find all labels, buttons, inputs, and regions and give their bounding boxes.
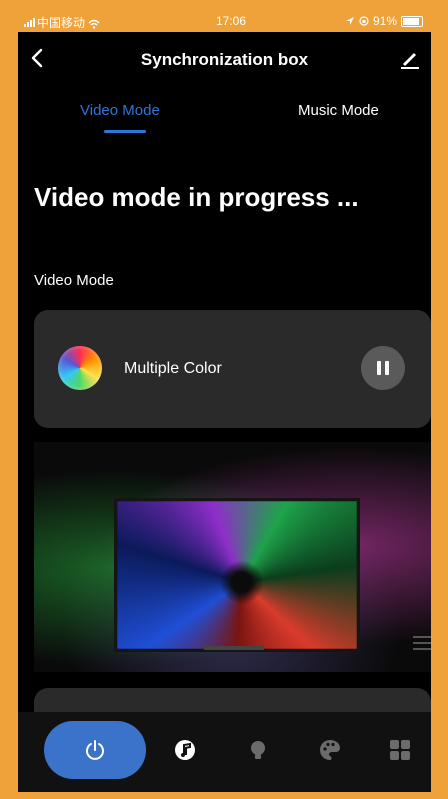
grid-icon[interactable] (388, 738, 412, 762)
pencil-icon[interactable] (399, 48, 421, 70)
music-note-icon[interactable] (174, 738, 198, 762)
wifi-icon (88, 19, 100, 29)
signal-icon (24, 18, 35, 27)
carrier-label: 中国移动 (24, 14, 100, 31)
pause-icon-bar (385, 361, 389, 375)
progress-heading: Video mode in progress ... (34, 182, 359, 212)
app-frame: 中国移动 17:06 91% Synchronization box Video… (18, 12, 431, 792)
battery-percent: 91% (372, 14, 397, 28)
carrier-text: 中国移动 (37, 16, 86, 30)
swirl-image (117, 501, 357, 649)
section-label: Video Mode (34, 272, 114, 289)
mode-card[interactable]: Multiple Color (34, 310, 431, 428)
power-button[interactable] (44, 721, 146, 779)
status-right: 91% (345, 14, 423, 28)
active-tab-indicator (104, 130, 146, 133)
mode-card-label: Multiple Color (124, 360, 222, 377)
tv-preview (34, 442, 431, 672)
drag-handle-icon (413, 636, 431, 654)
mode-tabs: Video Mode Music Mode (18, 102, 431, 142)
tab-music-mode[interactable]: Music Mode (298, 102, 379, 119)
multi-color-icon (58, 346, 102, 390)
tv-stand (204, 646, 264, 650)
battery-icon (401, 15, 423, 27)
bulb-icon[interactable] (246, 738, 270, 762)
palette-icon[interactable] (318, 738, 342, 762)
pause-icon (377, 361, 381, 375)
pause-button[interactable] (361, 346, 405, 390)
power-icon (86, 740, 104, 760)
location-icon (345, 17, 354, 25)
lock-rotation-icon (359, 16, 369, 26)
status-bar: 中国移动 17:06 91% (18, 12, 431, 32)
nav-bar: Synchronization box (18, 40, 431, 78)
status-time: 17:06 (216, 14, 247, 28)
tab-video-mode[interactable]: Video Mode (80, 102, 160, 119)
bottom-toolbar (18, 712, 431, 792)
page-title: Synchronization box (140, 50, 309, 69)
tv-screen-frame (114, 498, 360, 652)
